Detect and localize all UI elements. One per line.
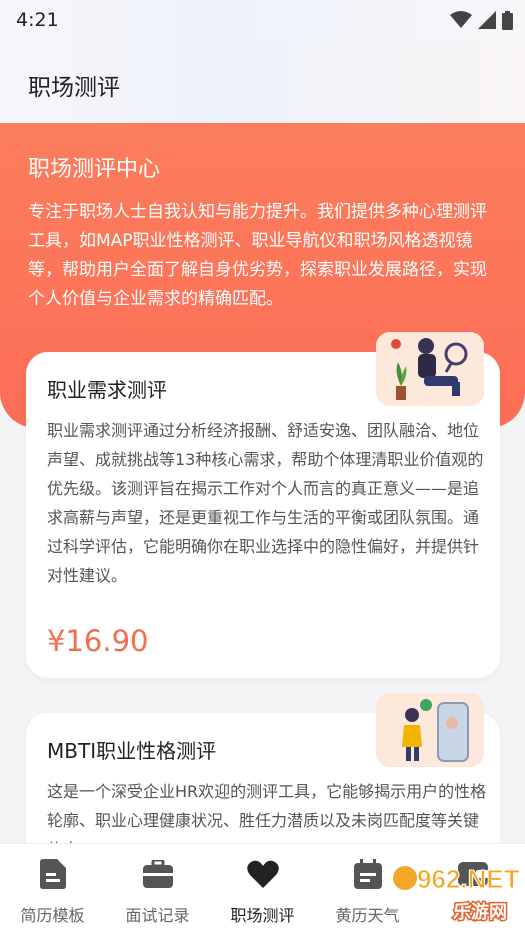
assessment-card-career-needs[interactable]: 职业需求测评 职业需求测评通过分析经济报酬、舒适安逸、团队融洽、地位声望、成就挑… <box>26 332 500 678</box>
card-description: 职业需求测评通过分析经济报酬、舒适安逸、团队融洽、地位声望、成就挑战等13种核心… <box>47 421 484 585</box>
page-title: 职场测评 <box>28 75 120 101</box>
hero-description: 专注于职场人士自我认知与能力提升。我们提供多种心理测评工具，如MAP职业性格测评… <box>28 202 487 309</box>
status-bar: 4:21 <box>0 0 525 40</box>
hero-title: 职场测评中心 <box>28 157 161 182</box>
tab-resume-templates[interactable]: 简历模板 <box>0 844 105 933</box>
watermark-subtext: 乐游网 <box>453 901 507 923</box>
card-title: MBTI职业性格测评 <box>47 739 217 763</box>
briefcase-icon <box>142 858 174 890</box>
status-time: 4:21 <box>16 9 59 31</box>
assessment-illustration <box>376 332 484 406</box>
watermark-text: 962.NET <box>417 864 519 894</box>
tab-label: 简历模板 <box>20 906 85 925</box>
signal-icon <box>478 11 496 29</box>
document-icon <box>37 858 69 890</box>
battery-icon <box>502 10 513 30</box>
tab-label: 职场测评 <box>230 906 295 925</box>
top-header: 职场测评 <box>0 40 525 124</box>
card-title: 职业需求测评 <box>47 378 167 402</box>
assessment-illustration <box>376 693 484 767</box>
status-icons <box>450 10 513 30</box>
tab-interview-records[interactable]: 面试记录 <box>105 844 210 933</box>
card-price: ¥16.90 <box>47 624 149 658</box>
tab-label: 面试记录 <box>125 906 190 925</box>
heart-icon <box>246 858 279 890</box>
site-watermark: 962.NET 乐游网 <box>389 858 520 928</box>
tab-career-assessment[interactable]: 职场测评 <box>210 844 315 933</box>
calendar-icon <box>352 858 384 890</box>
wifi-icon <box>450 11 472 28</box>
